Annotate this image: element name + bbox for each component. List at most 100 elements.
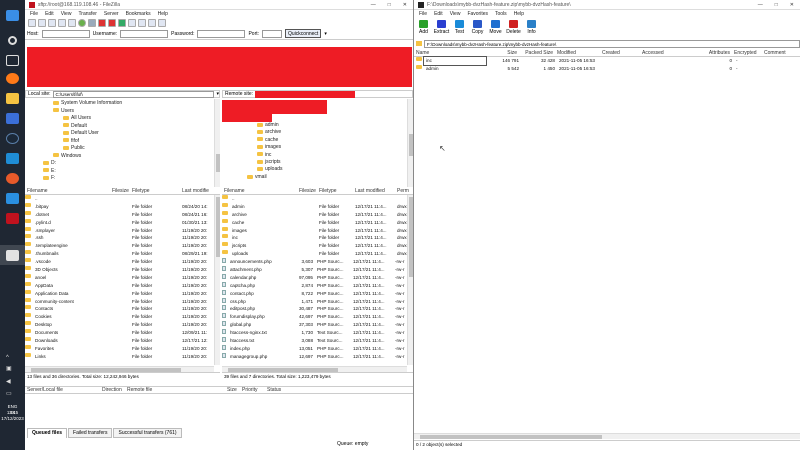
column-header[interactable]: Filename [222, 188, 297, 194]
table-row[interactable]: css.php 1,471 PHP Sourc... 12/17/21 11:4...… [222, 297, 413, 306]
table-row[interactable]: htaccess.txt 3,088 Text Sourc... 12/17/21 1… [222, 337, 413, 345]
search-icon[interactable] [158, 19, 166, 27]
column-header[interactable]: Packed Size [519, 50, 555, 56]
scroll-thumb[interactable] [409, 197, 413, 277]
maximize-icon[interactable]: □ [388, 2, 391, 8]
list-item[interactable]: inc 146 791 32 428 2021-11-05 16:53 0- [414, 56, 800, 66]
app-icon[interactable] [6, 173, 19, 184]
move-button[interactable]: Move [487, 20, 504, 38]
tree-item[interactable]: E: [43, 168, 122, 176]
7zip-hscrollbar[interactable] [414, 433, 800, 439]
column-header[interactable]: Last modified [353, 188, 395, 194]
vscode-icon[interactable] [6, 193, 19, 204]
menu-help[interactable]: Help [514, 11, 524, 17]
add-button[interactable]: Add [415, 20, 432, 38]
table-row[interactable]: captcha.php 2,874 PHP Sourc... 12/17/21 11:… [222, 281, 413, 290]
tree-item[interactable]: Windows [43, 153, 122, 161]
table-row[interactable]: .. [25, 195, 220, 203]
battery-icon[interactable]: ▭ [6, 390, 19, 401]
table-row[interactable]: AppData File folder 11/19/20 20: [25, 281, 220, 290]
tree-item[interactable]: archive [257, 129, 283, 136]
compare-icon[interactable] [138, 19, 146, 27]
local-tree-icon[interactable] [48, 19, 56, 27]
table-row[interactable]: anoel File folder 11/19/20 20: [25, 273, 220, 282]
column-header[interactable]: Remote file [125, 387, 225, 393]
extract-button[interactable]: Extract [433, 20, 450, 38]
table-row[interactable]: Documents File folder 12/09/21 11: [25, 329, 220, 337]
table-row[interactable]: images File folder 12/17/21 11:4... drwx [222, 226, 413, 235]
table-row[interactable]: announcements.php 3,603 PHP Sourc... 12/17/… [222, 258, 413, 266]
remote-site-path-redacted[interactable] [255, 90, 356, 98]
table-row[interactable]: calendar.php 97,095 PHP Sourc... 12/17/21 1… [222, 273, 413, 282]
close-icon[interactable]: ✕ [403, 2, 407, 8]
close-icon[interactable]: ✕ [790, 2, 794, 8]
table-row[interactable]: .. [222, 195, 413, 203]
table-row[interactable]: .smplayer File folder 11/19/20 20: [25, 226, 220, 235]
menu-bookmarks[interactable]: Bookmarks [126, 11, 151, 17]
table-row[interactable]: attachment.php 5,307 PHP Sourc... 12/17/21 … [222, 266, 413, 274]
column-header[interactable]: Filetype [130, 188, 180, 194]
tree-item[interactable]: inc [257, 152, 283, 159]
tree-item[interactable]: images [257, 144, 283, 151]
column-header[interactable]: Priority [240, 387, 265, 393]
table-row[interactable]: Desktop File folder 11/19/20 20: [25, 321, 220, 329]
volume-icon[interactable]: ◀ [6, 378, 19, 389]
menu-favorites[interactable]: Favorites [467, 11, 488, 17]
tab-0[interactable]: Queued files [27, 428, 68, 438]
test-button[interactable]: Test [451, 20, 468, 38]
menu-transfer[interactable]: Transfer [78, 11, 96, 17]
column-header[interactable]: Attributes [690, 50, 732, 56]
up-folder-icon[interactable] [416, 41, 422, 46]
process-queue-icon[interactable] [88, 19, 96, 27]
table-row[interactable]: forumdisplay.php 42,697 PHP Sourc... 12/17/… [222, 313, 413, 321]
local-site-path[interactable]: C:\Users\fifof\ [52, 90, 215, 98]
host-input[interactable] [41, 29, 90, 38]
tree-item[interactable]: Public [43, 145, 122, 153]
menu-view[interactable]: View [450, 11, 461, 17]
menu-file[interactable]: File [30, 11, 38, 17]
table-row[interactable]: index.php 13,051 PHP Sourc... 12/17/21 11:4… [222, 344, 413, 353]
copy-button[interactable]: Copy [469, 20, 486, 38]
store-icon[interactable] [6, 113, 19, 124]
tree-item[interactable]: F: [43, 175, 122, 183]
cancel-icon[interactable] [98, 19, 106, 27]
table-row[interactable]: editpost.php 30,487 PHP Sourc... 12/17/21 1… [222, 305, 413, 313]
column-header[interactable]: Server/Local file [25, 387, 100, 393]
table-row[interactable]: managegroup.php 12,697 PHP Sourc... 12/17/2… [222, 352, 413, 361]
password-input[interactable] [197, 29, 246, 38]
column-header[interactable]: Accessed [640, 50, 690, 56]
network-icon[interactable]: ▣ [6, 365, 19, 376]
scroll-thumb[interactable] [420, 435, 602, 439]
message-log-icon[interactable] [38, 19, 46, 27]
local-list-scrollbar[interactable] [214, 195, 220, 365]
site-manager-icon[interactable] [28, 19, 36, 27]
column-header[interactable]: Size [225, 387, 240, 393]
remote-tree-icon[interactable] [58, 19, 66, 27]
tree-item[interactable]: System Volume Information [43, 100, 122, 108]
tree-item[interactable]: admin [257, 122, 283, 129]
column-header[interactable]: Modified [555, 50, 600, 56]
table-row[interactable]: admin File folder 12/17/21 11:4... drwx [222, 202, 413, 211]
maximize-icon[interactable]: □ [775, 2, 778, 8]
local-tree-scrollbar[interactable] [214, 99, 220, 187]
sync-browse-icon[interactable] [148, 19, 156, 27]
port-input[interactable] [262, 29, 283, 38]
remote-tree-scrollbar[interactable] [407, 99, 413, 187]
filezilla-icon[interactable] [6, 213, 19, 224]
table-row[interactable]: Cookies File folder 11/19/20 20: [25, 313, 220, 321]
minimize-icon[interactable]: — [758, 2, 763, 8]
tree-item[interactable]: Default User [43, 130, 122, 138]
username-input[interactable] [120, 29, 169, 38]
tree-item[interactable]: uploads [257, 166, 283, 173]
scroll-thumb[interactable] [216, 154, 220, 172]
table-row[interactable]: htaccess-nginx.txt 1,730 Text Sourc... 12/1… [222, 329, 413, 337]
minimize-icon[interactable]: — [371, 2, 376, 8]
mail-icon[interactable] [6, 153, 19, 164]
tree-item[interactable]: D: [43, 160, 122, 168]
table-row[interactable]: .ssh File folder 11/19/20 20: [25, 234, 220, 242]
delete-button[interactable]: Delete [505, 20, 522, 38]
column-header[interactable]: Last modifie [180, 188, 213, 194]
menu-server[interactable]: Server [104, 11, 119, 17]
tab-1[interactable]: Failed transfers [68, 428, 113, 438]
filter-icon[interactable] [128, 19, 136, 27]
